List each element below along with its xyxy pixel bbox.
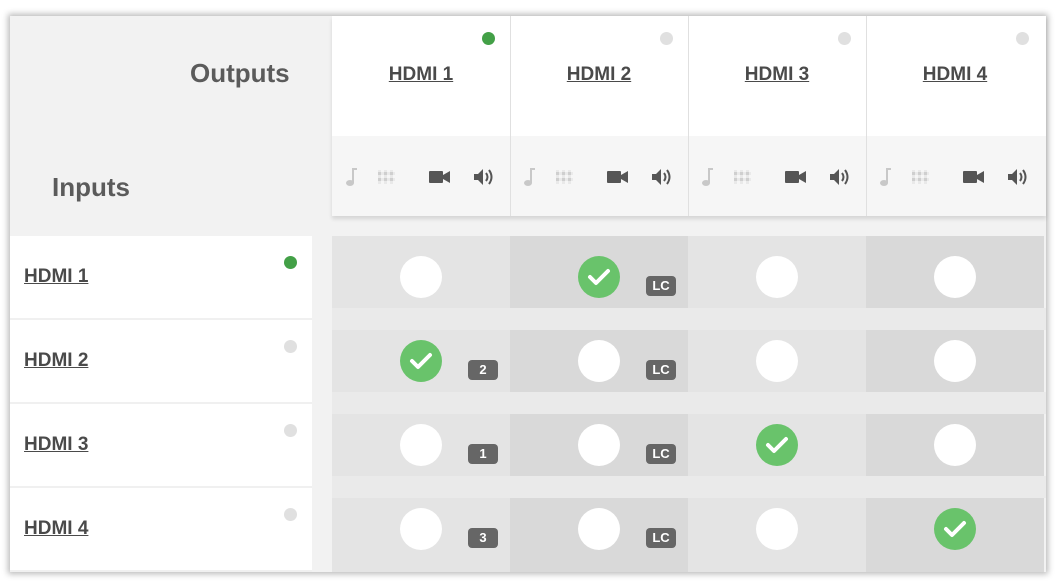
speaker-icon	[650, 166, 672, 188]
music-note-icon	[344, 166, 358, 188]
crosspoint-empty[interactable]	[934, 256, 976, 298]
input-row-2: HDMI 2	[10, 320, 312, 404]
input-link-1[interactable]: HDMI 1	[24, 266, 88, 288]
lock-config-badge: LC	[646, 276, 676, 296]
crosspoint-empty[interactable]	[756, 340, 798, 382]
lock-config-badge: LC	[646, 360, 676, 380]
layer-badge: 1	[468, 444, 498, 464]
checkmark-icon	[410, 353, 432, 369]
test-pattern-icon	[734, 170, 751, 184]
layer-badge: 2	[468, 360, 498, 380]
video-camera-icon	[962, 166, 986, 188]
crosspoint-empty[interactable]	[400, 256, 442, 298]
inputs-title: Inputs	[52, 172, 130, 202]
output-signal-icons	[866, 166, 1044, 188]
output-status-dot	[660, 32, 673, 45]
checkmark-icon	[588, 269, 610, 285]
music-note-icon	[522, 166, 536, 188]
output-signal-icons	[332, 166, 510, 188]
lock-config-badge: LC	[646, 444, 676, 464]
output-signal-icons	[688, 166, 866, 188]
outputs-title: Outputs	[190, 58, 290, 88]
test-pattern-icon	[378, 170, 395, 184]
input-status-dot	[284, 424, 297, 437]
output-status-dot	[1016, 32, 1029, 45]
speaker-icon	[472, 166, 494, 188]
test-pattern-icon	[556, 170, 573, 184]
video-camera-icon	[606, 166, 630, 188]
music-note-icon	[700, 166, 714, 188]
output-link-2[interactable]: HDMI 2	[510, 64, 688, 86]
test-pattern-icon	[912, 170, 929, 184]
crosspoint-empty[interactable]	[934, 424, 976, 466]
crosspoint-empty[interactable]	[756, 508, 798, 550]
crosspoint-connected[interactable]	[756, 424, 798, 466]
input-status-dot	[284, 508, 297, 521]
music-note-icon	[878, 166, 892, 188]
output-status-dot	[838, 32, 851, 45]
crosspoint-empty[interactable]	[578, 340, 620, 382]
output-link-1[interactable]: HDMI 1	[332, 64, 510, 86]
crosspoint-empty[interactable]	[756, 256, 798, 298]
input-row-1: HDMI 1	[10, 236, 312, 320]
crosspoint-empty[interactable]	[578, 508, 620, 550]
crosspoint-connected[interactable]	[578, 256, 620, 298]
row-separator	[332, 392, 1046, 414]
input-link-4[interactable]: HDMI 4	[24, 518, 88, 540]
outputs-header: HDMI 1 HDMI 2 HDMI 3 HDMI 4	[332, 16, 1046, 216]
input-status-dot	[284, 340, 297, 353]
input-link-3[interactable]: HDMI 3	[24, 434, 88, 456]
crosspoint-empty[interactable]	[400, 424, 442, 466]
input-row-3: HDMI 3	[10, 404, 312, 488]
lock-config-badge: LC	[646, 528, 676, 548]
row-separator	[332, 308, 1046, 330]
output-link-4[interactable]: HDMI 4	[866, 64, 1044, 86]
crosspoint-empty[interactable]	[400, 508, 442, 550]
crosspoint-connected[interactable]	[934, 508, 976, 550]
video-camera-icon	[784, 166, 808, 188]
output-link-3[interactable]: HDMI 3	[688, 64, 866, 86]
video-camera-icon	[428, 166, 452, 188]
crosspoint-empty[interactable]	[578, 424, 620, 466]
input-status-dot	[284, 256, 297, 269]
input-link-2[interactable]: HDMI 2	[24, 350, 88, 372]
output-signal-icons	[510, 166, 688, 188]
layer-badge: 3	[468, 528, 498, 548]
crosspoint-connected[interactable]	[400, 340, 442, 382]
checkmark-icon	[944, 521, 966, 537]
crosspoint-empty[interactable]	[934, 340, 976, 382]
checkmark-icon	[766, 437, 788, 453]
input-row-4: HDMI 4	[10, 488, 312, 572]
output-status-dot	[482, 32, 495, 45]
crosspoint-panel: Outputs Inputs HDMI 1 HDMI 2 HDMI 3 HDMI 4 …	[10, 16, 1046, 572]
speaker-icon	[1006, 166, 1028, 188]
row-separator	[332, 476, 1046, 498]
speaker-icon	[828, 166, 850, 188]
